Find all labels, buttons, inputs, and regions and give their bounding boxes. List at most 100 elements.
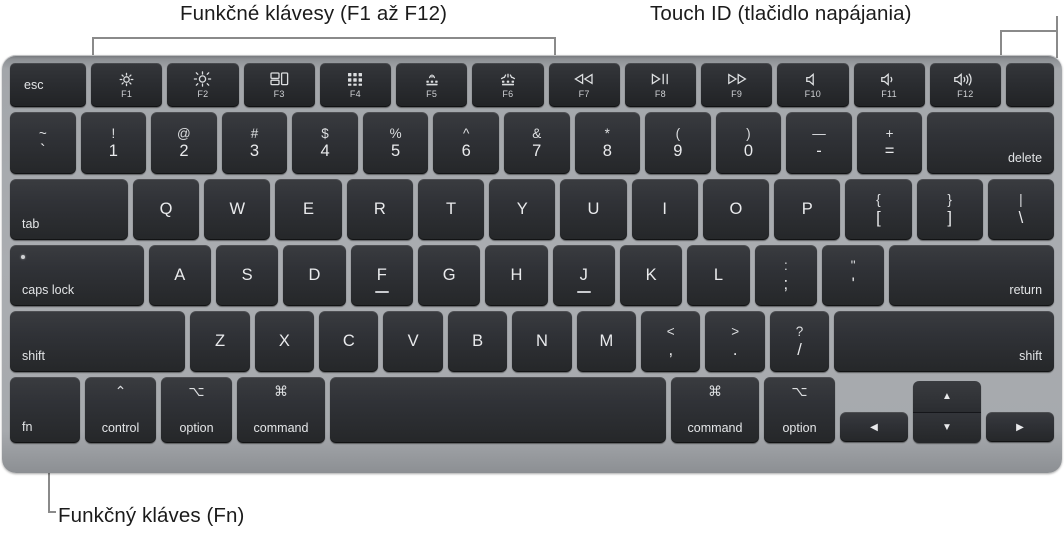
- key-i[interactable]: I: [631, 179, 698, 240]
- key-m[interactable]: M: [576, 311, 637, 372]
- key-minus-lower: -: [816, 142, 822, 160]
- key-shift-left-label: shift: [22, 349, 45, 363]
- key-touch-id[interactable]: [1006, 63, 1054, 107]
- key-bracket-right[interactable]: } ]: [916, 179, 983, 240]
- key-9-lower: 9: [673, 142, 683, 160]
- key-row-function: esc F1 F2 F3 F4 F5 F6 F7 F8 F9 F10 F11 F…: [10, 63, 1054, 107]
- key-d[interactable]: D: [283, 245, 346, 306]
- key-arrow-right[interactable]: ▶: [986, 412, 1054, 442]
- key-f8[interactable]: F8: [624, 63, 696, 107]
- key-arrow-left[interactable]: ◀: [840, 412, 908, 442]
- key-delete[interactable]: delete: [927, 112, 1055, 174]
- key-f[interactable]: F: [350, 245, 413, 306]
- key-w-label: W: [229, 200, 246, 218]
- key-f5[interactable]: F5: [396, 63, 468, 107]
- key-l[interactable]: L: [687, 245, 750, 306]
- key-x[interactable]: X: [254, 311, 315, 372]
- key-s[interactable]: S: [215, 245, 279, 306]
- option-symbol-icon: ⌥: [791, 383, 808, 399]
- key-grave[interactable]: ~ `: [10, 112, 76, 174]
- key-g[interactable]: G: [417, 245, 481, 306]
- key-equals[interactable]: + =: [856, 112, 923, 174]
- key-y[interactable]: Y: [489, 179, 556, 240]
- key-b-label: B: [472, 332, 484, 350]
- key-7[interactable]: & 7: [503, 112, 570, 174]
- key-f7[interactable]: F7: [548, 63, 620, 107]
- key-option-right[interactable]: ⌥ option: [764, 377, 835, 443]
- key-f11-label: F11: [881, 88, 897, 99]
- key-e[interactable]: E: [275, 179, 342, 240]
- key-comma-upper: <: [666, 324, 675, 339]
- key-f6[interactable]: F6: [472, 63, 544, 107]
- key-option-left[interactable]: ⌥ option: [161, 377, 232, 443]
- key-quote[interactable]: " ': [822, 245, 885, 306]
- key-2[interactable]: @ 2: [151, 112, 217, 174]
- key-fn[interactable]: fn: [10, 377, 80, 443]
- key-period[interactable]: > .: [705, 311, 765, 372]
- key-r[interactable]: R: [346, 179, 413, 240]
- key-j[interactable]: J: [552, 245, 615, 306]
- key-c[interactable]: C: [319, 311, 379, 372]
- key-space[interactable]: [330, 377, 666, 443]
- key-9[interactable]: ( 9: [645, 112, 711, 174]
- key-f9[interactable]: F9: [701, 63, 773, 107]
- key-o[interactable]: O: [702, 179, 770, 240]
- key-caps-lock[interactable]: caps lock: [10, 245, 144, 306]
- key-shift-left[interactable]: shift: [10, 311, 186, 372]
- key-f3[interactable]: F3: [243, 63, 315, 107]
- key-3[interactable]: # 3: [221, 112, 288, 174]
- key-f11[interactable]: F11: [853, 63, 925, 107]
- key-f10[interactable]: F10: [777, 63, 849, 107]
- key-q[interactable]: Q: [132, 179, 200, 240]
- keyboard-diagram: Funkčné klávesy (F1 až F12) Touch ID (tl…: [0, 0, 1064, 540]
- key-f6-label: F6: [502, 88, 514, 99]
- key-return[interactable]: return: [889, 245, 1055, 306]
- key-bracket-left[interactable]: { [: [845, 179, 912, 240]
- key-shift-right[interactable]: shift: [834, 311, 1055, 372]
- key-w[interactable]: W: [204, 179, 271, 240]
- key-semicolon[interactable]: : ;: [754, 245, 817, 306]
- key-f2[interactable]: F2: [167, 63, 239, 107]
- key-slash[interactable]: ? /: [769, 311, 830, 372]
- key-2-upper: @: [177, 125, 191, 141]
- key-backslash-lower: \: [1018, 208, 1024, 227]
- command-symbol-icon: ⌘: [274, 383, 288, 399]
- callout-touch-id-run: [1000, 30, 1058, 32]
- key-8[interactable]: * 8: [574, 112, 641, 174]
- keyboard-backlight-up-icon: [496, 72, 520, 87]
- key-0[interactable]: ) 0: [715, 112, 782, 174]
- key-f4[interactable]: F4: [319, 63, 391, 107]
- key-5[interactable]: % 5: [362, 112, 429, 174]
- key-k[interactable]: K: [619, 245, 683, 306]
- key-f12[interactable]: F12: [929, 63, 1001, 107]
- key-v[interactable]: V: [383, 311, 443, 372]
- key-t[interactable]: T: [417, 179, 485, 240]
- key-arrow-up[interactable]: ▲: [913, 381, 981, 412]
- key-arrow-down[interactable]: ▼: [913, 411, 981, 443]
- key-3-upper: #: [250, 125, 259, 141]
- key-tab[interactable]: tab: [10, 179, 128, 240]
- key-comma[interactable]: < ,: [641, 311, 701, 372]
- key-l-label: L: [713, 266, 724, 284]
- key-command-left[interactable]: ⌘ command: [237, 377, 325, 443]
- key-6[interactable]: ^ 6: [433, 112, 499, 174]
- key-f1[interactable]: F1: [91, 63, 163, 107]
- key-d-label: D: [308, 266, 321, 284]
- key-1[interactable]: ! 1: [80, 112, 147, 174]
- key-row-shift: shift Z X C V B N M < , > . ? / shift: [10, 311, 1055, 372]
- key-z[interactable]: Z: [190, 311, 250, 372]
- key-a[interactable]: A: [148, 245, 211, 306]
- key-control-left[interactable]: ⌃ control: [85, 377, 156, 443]
- key-minus[interactable]: — -: [786, 112, 852, 174]
- key-u[interactable]: U: [560, 179, 627, 240]
- key-p[interactable]: P: [774, 179, 841, 240]
- key-n[interactable]: N: [512, 311, 572, 372]
- key-command-right[interactable]: ⌘ command: [671, 377, 759, 443]
- key-bed: esc F1 F2 F3 F4 F5 F6 F7 F8 F9 F10 F11 F…: [10, 61, 1055, 465]
- key-escape[interactable]: esc: [10, 63, 86, 107]
- key-4[interactable]: $ 4: [292, 112, 358, 174]
- key-h[interactable]: H: [485, 245, 548, 306]
- key-backslash[interactable]: | \: [987, 179, 1055, 240]
- key-b[interactable]: B: [447, 311, 508, 372]
- arrow-key-cluster: ◀ ▲ ▼ ▶: [840, 377, 1054, 443]
